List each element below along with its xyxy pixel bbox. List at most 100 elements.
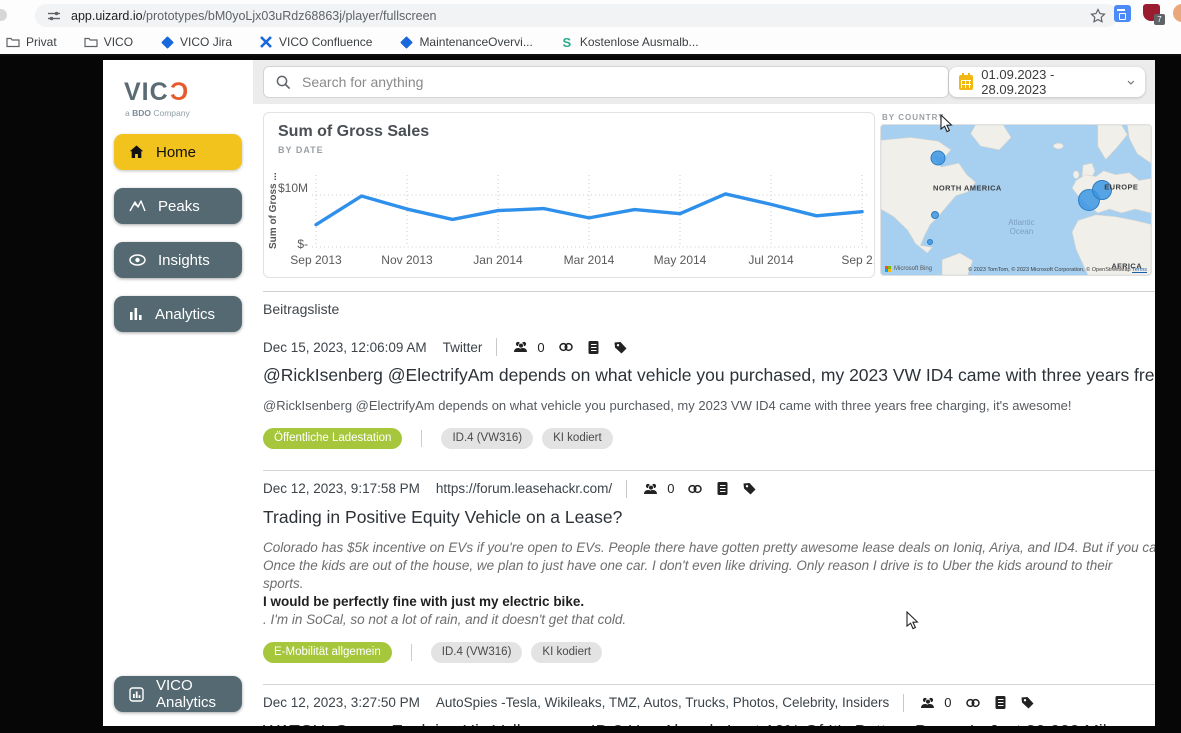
bookmark-privat[interactable]: Privat <box>6 35 57 49</box>
x-tick-label: Jul 2014 <box>748 253 793 267</box>
search-input[interactable] <box>302 74 936 90</box>
sidebar-item-label: Peaks <box>158 198 200 215</box>
post-tags: E-Mobilität allgemein ID.4 (VW316) KI kodi… <box>263 642 1155 663</box>
profile-avatar[interactable] <box>1173 4 1181 22</box>
bookmark-vico[interactable]: VICO <box>84 35 133 49</box>
notebook-icon[interactable] <box>716 481 729 496</box>
eye-icon <box>129 254 146 266</box>
notebook-icon[interactable] <box>994 695 1007 710</box>
x-tick-label: Sep 2... <box>841 253 875 267</box>
bar-chart-icon <box>129 307 143 321</box>
tag-icon[interactable] <box>1020 695 1035 710</box>
adblock-extension-icon[interactable]: 7 <box>1143 4 1161 22</box>
translate-extension-icon[interactable] <box>1114 5 1131 22</box>
y-tick-10m: $10M <box>276 181 308 195</box>
main-content: 01.09.2023 - 28.09.2023 Sum of Gross Sal… <box>253 60 1155 726</box>
url-domain: app.uizard.io <box>71 9 143 23</box>
tag-pill[interactable]: KI kodiert <box>542 428 613 449</box>
reload-button[interactable] <box>0 9 7 21</box>
url-text[interactable]: app.uizard.io/prototypes/bM0yoLjx03uRdz6… <box>71 9 1090 23</box>
post-body: Colorado has $5k incentive on EVs if you… <box>263 539 1155 629</box>
dashboard-row: Sum of Gross Sales BY DATE Sum of Gross … <box>263 112 1152 278</box>
bookmark-vico-confluence[interactable]: VICO Confluence <box>259 35 372 49</box>
post-title[interactable]: WATCH: Owner Explains His Volkswagen ID.… <box>263 721 1155 726</box>
tag-pill[interactable]: ID.4 (VW316) <box>441 428 533 449</box>
audience-icon[interactable] <box>643 482 662 496</box>
bookmark-kostenlose-ausmalbilder[interactable]: S Kostenlose Ausmalb... <box>560 35 699 49</box>
sidebar-item-insights[interactable]: Insights <box>114 242 242 278</box>
post-body-line: Once the kids are out of the house, we p… <box>263 557 1155 593</box>
bookmark-star-icon[interactable] <box>1090 8 1106 24</box>
audience-icon[interactable] <box>920 696 939 710</box>
browser-toolbar: app.uizard.io/prototypes/bM0yoLjx03uRdz6… <box>0 0 1181 30</box>
post-source[interactable]: https://forum.leasehackr.com/ <box>436 481 612 496</box>
tag-pill[interactable]: Öffentliche Ladestation <box>263 428 402 449</box>
search-bar[interactable] <box>263 66 949 98</box>
x-tick-label: May 2014 <box>654 253 707 267</box>
post-source[interactable]: Twitter <box>443 340 483 355</box>
sidebar-item-analytics[interactable]: Analytics <box>114 296 242 332</box>
link-icon[interactable] <box>687 482 703 496</box>
x-tick-label: Jan 2014 <box>473 253 522 267</box>
chevron-down-icon <box>1127 80 1135 85</box>
sidebar-item-home[interactable]: Home <box>114 134 242 170</box>
post-date: Dec 15, 2023, 12:06:09 AM <box>263 340 427 355</box>
sidebar-item-label: Home <box>156 144 196 161</box>
bookmark-vico-jira[interactable]: VICO Jira <box>160 35 232 49</box>
s-site-icon: S <box>560 35 574 49</box>
map-terms-link[interactable]: Terms <box>1132 267 1147 273</box>
post-date: Dec 12, 2023, 9:17:58 PM <box>263 481 420 496</box>
post-title[interactable]: @RickIsenberg @ElectrifyAm depends on wh… <box>263 365 1155 387</box>
map-bubble-marker[interactable] <box>930 151 945 166</box>
tag-icon[interactable] <box>742 481 757 496</box>
bookmark-label: VICO Confluence <box>279 35 372 49</box>
calendar-icon <box>959 75 974 90</box>
peaks-icon <box>129 199 146 213</box>
post-meta-row: Dec 12, 2023, 3:27:50 PM AutoSpies -Tesl… <box>263 694 1155 712</box>
sidebar-nav: Home Peaks Insights Analytics <box>103 134 253 332</box>
bookmarks-bar: Privat VICO VICO Jira VICO Confluence Ma… <box>0 30 1181 56</box>
tag-divider <box>411 644 412 661</box>
tag-divider <box>421 430 422 447</box>
post-title[interactable]: Trading in Positive Equity Vehicle on a … <box>263 507 1155 529</box>
post-meta-row: Dec 12, 2023, 9:17:58 PM https://forum.l… <box>263 480 1155 498</box>
map-bubble-marker[interactable] <box>931 211 939 219</box>
reaction-count: 0 <box>537 340 544 355</box>
y-tick-zero: $- <box>276 237 308 251</box>
tag-pill[interactable]: E-Mobilität allgemein <box>263 642 392 663</box>
post-feed: Beitragsliste Dec 15, 2023, 12:06:09 AM … <box>263 291 1155 726</box>
date-range-picker[interactable]: 01.09.2023 - 28.09.2023 <box>949 67 1145 97</box>
audience-icon[interactable] <box>513 340 532 354</box>
world-map[interactable]: NORTH AMERICA EUROPE AFRICA Atlantic Oce… <box>880 124 1152 276</box>
map-bubble-marker[interactable] <box>927 239 933 245</box>
post-body-line: . I'm in SoCal, so not a lot of rain, an… <box>263 611 1155 629</box>
bookmark-label: Privat <box>26 35 57 49</box>
site-settings-icon[interactable] <box>47 9 61 23</box>
sidebar-item-peaks[interactable]: Peaks <box>114 188 242 224</box>
post-source[interactable]: AutoSpies -Tesla, Wikileaks, TMZ, Autos,… <box>436 695 889 710</box>
extension-badge: 7 <box>1154 14 1165 25</box>
tag-icon[interactable] <box>613 340 628 355</box>
reaction-count: 0 <box>944 695 951 710</box>
vico-analytics-button[interactable]: VICO Analytics <box>114 676 242 712</box>
address-bar[interactable]: app.uizard.io/prototypes/bM0yoLjx03uRdz6… <box>35 4 1118 27</box>
sidebar-item-label: Insights <box>158 252 210 269</box>
chart-x-axis-ticks: Sep 2013Nov 2013Jan 2014Mar 2014May 2014… <box>312 253 870 269</box>
map-label-north-america: NORTH AMERICA <box>933 184 1002 193</box>
link-icon[interactable] <box>558 340 574 354</box>
map-label-atlantic-ocean: Atlantic Ocean <box>999 218 1043 236</box>
notebook-icon[interactable] <box>587 340 600 355</box>
feed-post: Dec 12, 2023, 3:27:50 PM AutoSpies -Tesl… <box>263 684 1155 726</box>
microsoft-icon <box>885 266 891 272</box>
analytics-panel-icon <box>129 687 144 702</box>
prototype-app-window: VICC a BDO Company Home Peaks Insights <box>103 60 1155 726</box>
bookmark-maintenance-overview[interactable]: MaintenanceOvervi... <box>399 35 532 49</box>
post-body-line: Colorado has $5k incentive on EVs if you… <box>263 539 1155 557</box>
meta-divider <box>626 480 627 498</box>
search-icon <box>276 75 291 90</box>
tag-pill[interactable]: ID.4 (VW316) <box>431 642 523 663</box>
link-icon[interactable] <box>965 696 981 710</box>
tag-pill[interactable]: KI kodiert <box>531 642 602 663</box>
logo-subtitle: a BDO Company <box>125 108 253 118</box>
chart-title: Sum of Gross Sales <box>278 123 874 141</box>
